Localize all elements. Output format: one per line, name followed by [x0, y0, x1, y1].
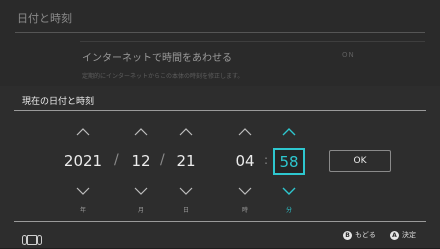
- back-hint[interactable]: B もどる: [343, 230, 376, 240]
- confirm-hint[interactable]: A 決定: [390, 230, 416, 240]
- ok-button[interactable]: OK: [329, 150, 391, 172]
- day-down-chevron-icon[interactable]: [179, 187, 193, 196]
- hour-unit-label: 時: [241, 207, 248, 214]
- day-value[interactable]: 21: [174, 152, 198, 170]
- month-value[interactable]: 12: [129, 152, 153, 170]
- year-value[interactable]: 2021: [63, 152, 103, 170]
- background-settings-page: 日付と時刻 インターネットで時間をあわせる ON 定期的にインターネットからこの…: [0, 0, 440, 86]
- minute-up-chevron-icon[interactable]: [282, 127, 296, 136]
- hour-value[interactable]: 04: [233, 152, 257, 170]
- month-up-chevron-icon[interactable]: [134, 127, 148, 136]
- background-setting-value: ON: [342, 51, 355, 59]
- minute-unit-label: 分: [285, 207, 292, 214]
- background-page-title: 日付と時刻: [17, 12, 72, 25]
- b-button-icon: B: [343, 230, 352, 240]
- year-up-chevron-icon[interactable]: [76, 127, 90, 136]
- a-button-icon: A: [390, 230, 399, 240]
- minute-down-chevron-icon[interactable]: [282, 187, 296, 196]
- year-unit-label: 年: [79, 207, 86, 214]
- background-setting-divider: [80, 41, 425, 42]
- minute-value[interactable]: 58: [275, 153, 303, 171]
- confirm-hint-label: 決定: [402, 231, 416, 239]
- footer-divider: [14, 221, 426, 222]
- year-down-chevron-icon[interactable]: [76, 187, 90, 196]
- console-icon: [22, 230, 42, 249]
- month-unit-label: 月: [137, 207, 144, 214]
- dialog-divider: [14, 110, 426, 111]
- back-hint-label: もどる: [355, 231, 376, 239]
- background-divider: [15, 32, 425, 33]
- month-down-chevron-icon[interactable]: [134, 187, 148, 196]
- time-separator: :: [264, 153, 269, 167]
- hour-down-chevron-icon[interactable]: [238, 187, 252, 196]
- date-separator-2: /: [160, 152, 165, 168]
- background-setting-label: インターネットで時間をあわせる: [82, 53, 232, 64]
- day-unit-label: 日: [182, 207, 189, 214]
- day-up-chevron-icon[interactable]: [179, 127, 193, 136]
- hour-up-chevron-icon[interactable]: [238, 127, 252, 136]
- background-setting-description: 定期的にインターネットからこの本体の時刻を修正します。: [82, 73, 244, 80]
- minute-field-selected[interactable]: 58: [273, 148, 305, 175]
- dialog-title: 現在の日付と時刻: [22, 97, 95, 107]
- date-separator-1: /: [114, 152, 119, 168]
